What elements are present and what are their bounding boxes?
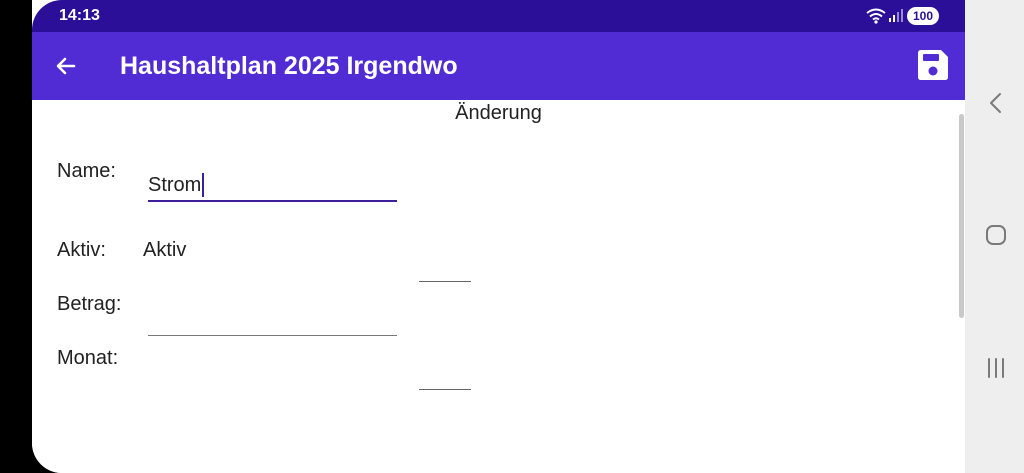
app-bar: Haushaltplan 2025 Irgendwo xyxy=(32,32,965,100)
floppy-disk-icon xyxy=(918,50,948,80)
amount-label: Betrag: xyxy=(57,293,122,315)
save-button[interactable] xyxy=(916,48,950,82)
edit-form: Änderung Name: Aktiv: Aktiv Betrag: Mona… xyxy=(32,100,965,473)
amount-input[interactable] xyxy=(148,305,397,336)
rounded-square-icon xyxy=(986,225,1006,245)
status-bar: 14:13 100 xyxy=(32,0,965,32)
name-label: Name: xyxy=(57,160,116,182)
nav-home-button[interactable] xyxy=(982,221,1010,249)
three-bars-icon xyxy=(988,358,1004,378)
battery-indicator: 100 xyxy=(907,7,939,25)
status-time: 14:13 xyxy=(59,7,100,24)
name-input[interactable] xyxy=(148,170,397,202)
active-switch[interactable] xyxy=(419,281,471,282)
nav-recents-button[interactable] xyxy=(982,354,1010,382)
system-nav-bar xyxy=(965,0,1024,473)
month-picker[interactable] xyxy=(419,389,471,390)
text-cursor xyxy=(202,173,204,197)
scrollbar[interactable] xyxy=(959,114,964,318)
wifi-icon xyxy=(866,8,886,24)
form-heading: Änderung xyxy=(455,102,542,124)
phone-screen: 14:13 100 Haushaltplan 2025 Irgendwo Änd… xyxy=(32,0,965,473)
page-title: Haushaltplan 2025 Irgendwo xyxy=(120,52,458,80)
back-button[interactable] xyxy=(52,52,80,80)
arrow-left-icon xyxy=(56,57,76,75)
active-switch-text: Aktiv xyxy=(143,239,187,261)
chevron-left-icon xyxy=(990,93,1001,113)
nav-back-button[interactable] xyxy=(982,89,1010,117)
active-label: Aktiv: xyxy=(57,239,106,261)
month-label: Monat: xyxy=(57,347,119,369)
signal-icon xyxy=(889,9,903,22)
